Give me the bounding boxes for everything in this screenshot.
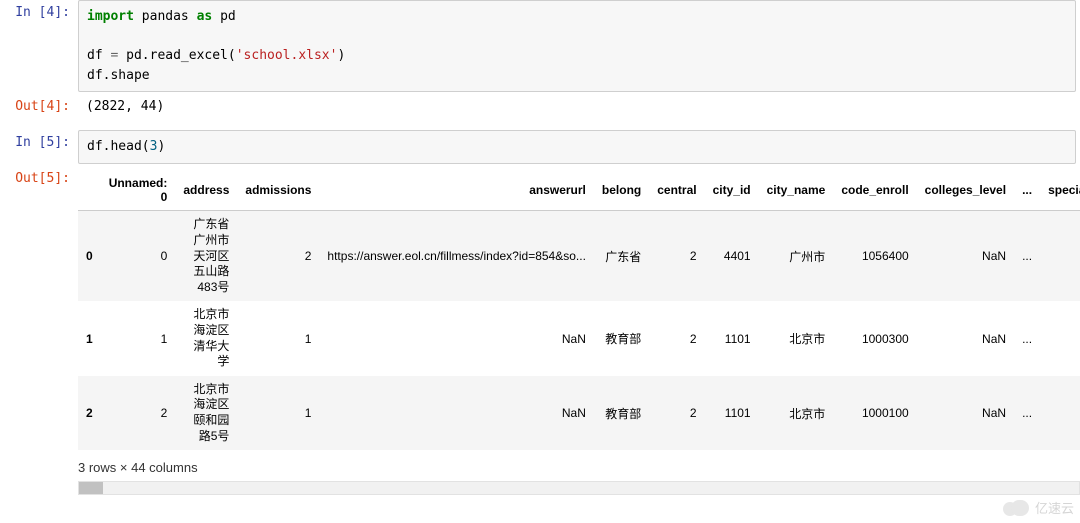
keyword-as: as <box>197 9 213 24</box>
code-text: df <box>87 48 110 63</box>
in-prompt-4: In [4]: <box>0 0 78 26</box>
cell-special: [] <box>1040 376 1080 450</box>
code-input-4[interactable]: import pandas as pd df = pd.read_excel('… <box>78 0 1076 92</box>
col-header: colleges_level <box>917 170 1014 211</box>
cell-belong: 广东省 <box>594 211 649 301</box>
notebook: In [4]: import pandas as pd df = pd.read… <box>0 0 1080 499</box>
cell-special: [] <box>1040 211 1080 301</box>
code-text: pandas <box>134 9 197 24</box>
table-row: 2 2 北京市海淀区颐和园路5号 1 NaN 教育部 2 1101 北京市 10… <box>78 376 1080 450</box>
col-header: address <box>175 170 237 211</box>
col-header: answerurl <box>319 170 593 211</box>
cell-address: 北京市海淀区清华大学 <box>175 301 237 375</box>
cell-codeenroll: 1056400 <box>833 211 916 301</box>
cell-address: 广东省广州市天河区五山路483号 <box>175 211 237 301</box>
cell-address: 北京市海淀区颐和园路5号 <box>175 376 237 450</box>
cell-answerurl: NaN <box>319 376 593 450</box>
string-literal: 'school.xlsx' <box>236 48 338 63</box>
col-header: central <box>649 170 704 211</box>
col-header: city_name <box>759 170 834 211</box>
cell-cityid: 1101 <box>705 376 759 450</box>
out-prompt-5: Out[5]: <box>0 166 78 192</box>
cell-unnamed: 1 <box>101 301 176 375</box>
cell-codeenroll: 1000300 <box>833 301 916 375</box>
col-header: Unnamed:0 <box>101 170 176 211</box>
scrollbar-thumb[interactable] <box>79 482 103 494</box>
output-4: (2822, 44) <box>78 94 1080 120</box>
code-text: ) <box>337 48 345 63</box>
horizontal-scrollbar[interactable] <box>78 481 1080 495</box>
cell-central: 2 <box>649 211 704 301</box>
cell-4-output: Out[4]: (2822, 44) <box>0 94 1080 120</box>
table-row: 1 1 北京市海淀区清华大学 1 NaN 教育部 2 1101 北京市 1000… <box>78 301 1080 375</box>
cell-codeenroll: 1000100 <box>833 376 916 450</box>
code-text: pd <box>212 9 235 24</box>
cell-cityid: 4401 <box>705 211 759 301</box>
cell-answerurl: https://answer.eol.cn/fillmess/index?id=… <box>319 211 593 301</box>
cell-belong: 教育部 <box>594 301 649 375</box>
cell-ellipsis: ... <box>1014 211 1040 301</box>
cell-belong: 教育部 <box>594 376 649 450</box>
cell-collegeslevel: NaN <box>917 376 1014 450</box>
cell-answerurl: NaN <box>319 301 593 375</box>
col-header: ... <box>1014 170 1040 211</box>
cell-unnamed: 2 <box>101 376 176 450</box>
cell-central: 2 <box>649 376 704 450</box>
keyword-import: import <box>87 9 134 24</box>
row-index: 1 <box>78 301 101 375</box>
col-header: admissions <box>237 170 319 211</box>
row-index: 0 <box>78 211 101 301</box>
cell-collegeslevel: NaN <box>917 301 1014 375</box>
col-header: code_enroll <box>833 170 916 211</box>
dataframe-summary: 3 rows × 44 columns <box>78 450 1080 481</box>
cell-collegeslevel: NaN <box>917 211 1014 301</box>
cell-cityname: 北京市 <box>759 376 834 450</box>
code-text: df.shape <box>87 68 150 83</box>
cell-4-input: In [4]: import pandas as pd df = pd.read… <box>0 0 1080 92</box>
out-prompt-4: Out[4]: <box>0 94 78 120</box>
table-row: 0 0 广东省广州市天河区五山路483号 2 https://answer.eo… <box>78 211 1080 301</box>
cell-unnamed: 0 <box>101 211 176 301</box>
cell-special: [] <box>1040 301 1080 375</box>
cell-cityid: 1101 <box>705 301 759 375</box>
cell-central: 2 <box>649 301 704 375</box>
col-header: belong <box>594 170 649 211</box>
table-header-row: Unnamed:0 address admissions answerurl b… <box>78 170 1080 211</box>
dataframe-output: Unnamed:0 address admissions answerurl b… <box>78 166 1080 500</box>
cell-5-output: Out[5]: Unnamed:0 address admissions ans… <box>0 166 1080 500</box>
cell-cityname: 广州市 <box>759 211 834 301</box>
cell-5-input: In [5]: df.head(3) <box>0 130 1080 164</box>
in-prompt-5: In [5]: <box>0 130 78 156</box>
code-text: ) <box>157 139 165 154</box>
cell-admissions: 2 <box>237 211 319 301</box>
col-header: special <box>1040 170 1080 211</box>
cell-cityname: 北京市 <box>759 301 834 375</box>
watermark: 亿速云 <box>1003 498 1074 517</box>
dataframe-table: Unnamed:0 address admissions answerurl b… <box>78 170 1080 451</box>
code-input-5[interactable]: df.head(3) <box>78 130 1076 164</box>
cloud-icon <box>1003 500 1031 516</box>
col-header: city_id <box>705 170 759 211</box>
row-index: 2 <box>78 376 101 450</box>
cell-admissions: 1 <box>237 376 319 450</box>
cell-ellipsis: ... <box>1014 376 1040 450</box>
cell-ellipsis: ... <box>1014 301 1040 375</box>
code-text: df.head( <box>87 139 150 154</box>
code-text: pd.read_excel( <box>118 48 235 63</box>
watermark-text: 亿速云 <box>1035 498 1074 517</box>
cell-admissions: 1 <box>237 301 319 375</box>
index-header <box>78 170 101 211</box>
